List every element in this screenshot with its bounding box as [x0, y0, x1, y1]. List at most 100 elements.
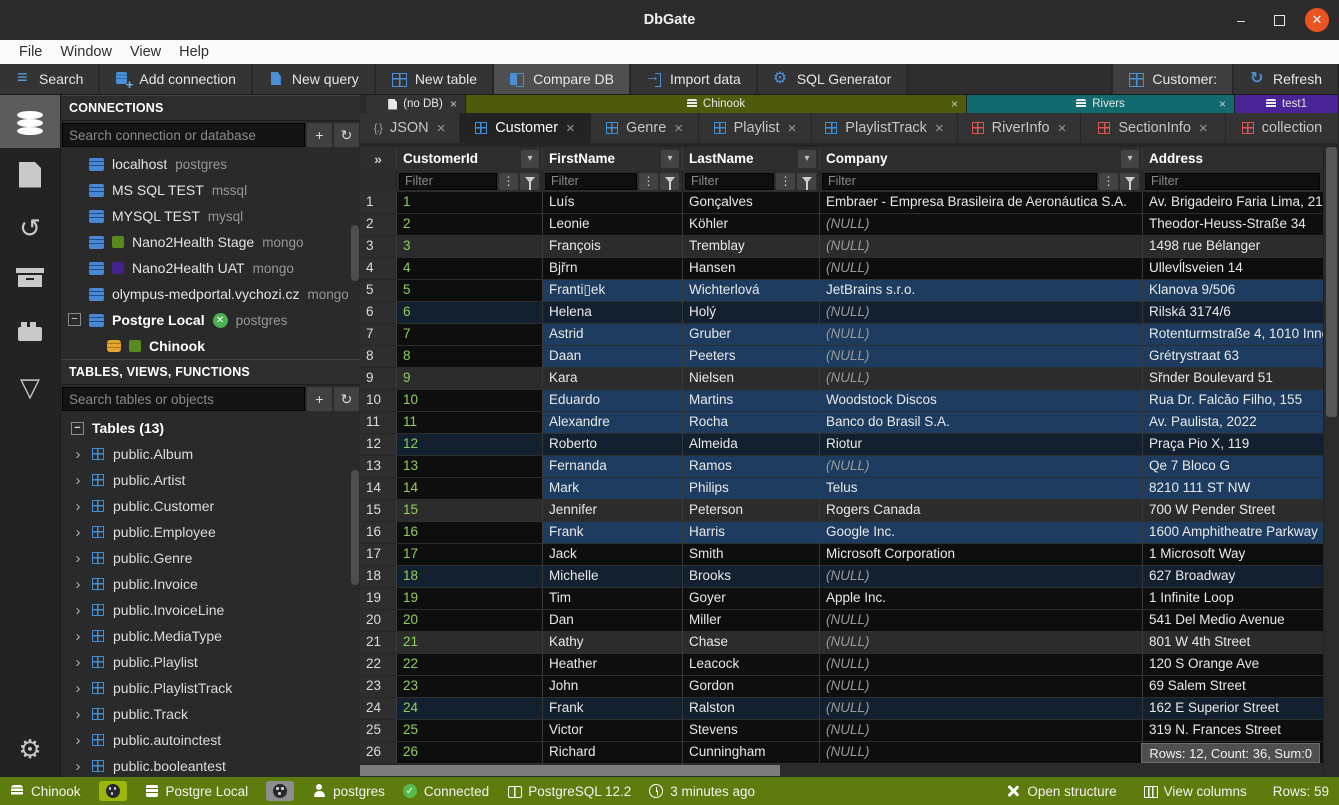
row-number[interactable]: 11	[360, 412, 397, 434]
cell-customerid[interactable]: 2	[397, 214, 543, 236]
expand-all-button[interactable]: »	[360, 147, 397, 170]
cell-lastname[interactable]: Smith	[683, 544, 820, 566]
cell-customerid[interactable]: 8	[397, 346, 543, 368]
tab-group[interactable]: test1 ×	[1235, 95, 1339, 113]
cell-company[interactable]: (NULL)	[820, 698, 1143, 720]
add-connection-button[interactable]: +	[307, 123, 332, 147]
cell-customerid[interactable]: 9	[397, 368, 543, 390]
cell-lastname[interactable]: Brooks	[683, 566, 820, 588]
column-header[interactable]: FirstName ▾	[543, 147, 683, 170]
row-number[interactable]: 5	[360, 280, 397, 302]
expand-chevron-icon[interactable]: ›	[73, 498, 83, 515]
cell-customerid[interactable]: 16	[397, 522, 543, 544]
tab-group[interactable]: (no DB) ×	[366, 95, 466, 113]
close-icon[interactable]: ×	[935, 120, 944, 137]
statusbar-item[interactable]: 3 minutes ago	[649, 784, 755, 799]
cell-address[interactable]: 1600 Amphitheatre Parkway	[1143, 522, 1323, 544]
cell-firstname[interactable]: Eduardo	[543, 390, 683, 412]
table-tree-item[interactable]: › public.Album	[61, 441, 360, 467]
row-number[interactable]: 16	[360, 522, 397, 544]
toolbar-button[interactable]: New query	[253, 64, 376, 94]
table-tree-item[interactable]: › public.Playlist	[61, 649, 360, 675]
cell-firstname[interactable]: Dan	[543, 610, 683, 632]
close-button[interactable]: ✕	[1305, 8, 1329, 32]
expand-chevron-icon[interactable]: ›	[73, 602, 83, 619]
cell-firstname[interactable]: Jack	[543, 544, 683, 566]
statusbar-item[interactable]: View columns	[1143, 784, 1247, 799]
sidepanel-scrollbar-thumb[interactable]	[351, 470, 359, 585]
row-number[interactable]: 23	[360, 676, 397, 698]
filter-input[interactable]	[685, 173, 774, 190]
database-item-chinook[interactable]: Chinook	[61, 333, 360, 359]
chevron-down-icon[interactable]: ▾	[798, 150, 816, 168]
cell-customerid[interactable]: 3	[397, 236, 543, 258]
row-number[interactable]: 1	[360, 192, 397, 214]
tab-group[interactable]: Rivers ×	[967, 95, 1235, 113]
toolbar-button[interactable]: SQL Generator	[758, 64, 908, 94]
filter-menu-button[interactable]: ⋮	[499, 173, 518, 190]
statusbar-item[interactable]: Connected	[403, 784, 489, 799]
filter-funnel-button[interactable]	[520, 173, 539, 190]
filter-menu-button[interactable]: ⋮	[776, 173, 795, 190]
cell-address[interactable]: 162 E Superior Street	[1143, 698, 1323, 720]
row-number[interactable]: 4	[360, 258, 397, 280]
menu-item[interactable]: File	[10, 44, 51, 60]
cell-lastname[interactable]: Ramos	[683, 456, 820, 478]
cell-company[interactable]: (NULL)	[820, 654, 1143, 676]
cell-lastname[interactable]: Goyer	[683, 588, 820, 610]
cell-company[interactable]: Rogers Canada	[820, 500, 1143, 522]
cell-lastname[interactable]: Nielsen	[683, 368, 820, 390]
cell-customerid[interactable]: 20	[397, 610, 543, 632]
settings-button[interactable]: ⚙	[0, 722, 60, 775]
cell-lastname[interactable]: Philips	[683, 478, 820, 500]
close-icon[interactable]: ×	[566, 120, 575, 137]
statusbar-item[interactable]: Postgre Local	[145, 784, 249, 799]
tab[interactable]: {.} PlaylistTrack ×	[812, 113, 958, 143]
cell-company[interactable]: (NULL)	[820, 302, 1143, 324]
close-icon[interactable]: ×	[450, 97, 457, 111]
cell-address[interactable]: Qe 7 Bloco G	[1143, 456, 1323, 478]
cell-customerid[interactable]: 23	[397, 676, 543, 698]
close-icon[interactable]: ×	[788, 120, 797, 137]
connection-item[interactable]: − Postgre Local ✕ postgres	[61, 307, 360, 333]
cell-firstname[interactable]: Bjřrn	[543, 258, 683, 280]
cell-customerid[interactable]: 19	[397, 588, 543, 610]
add-table-button[interactable]: +	[307, 387, 332, 411]
tab[interactable]: {.} Genre ×	[591, 113, 699, 143]
cell-address[interactable]: 1498 rue Bélanger	[1143, 236, 1323, 258]
cell-customerid[interactable]: 12	[397, 434, 543, 456]
column-header[interactable]: LastName ▾	[683, 147, 820, 170]
toolbar-button[interactable]: Search	[0, 64, 100, 94]
vertical-scrollbar-thumb[interactable]	[1326, 147, 1337, 417]
cell-lastname[interactable]: Köhler	[683, 214, 820, 236]
cell-address[interactable]: Av. Brigadeiro Faria Lima, 2170	[1143, 192, 1323, 214]
cell-company[interactable]: (NULL)	[820, 324, 1143, 346]
current-table-button[interactable]: Customer:	[1111, 64, 1234, 94]
expand-chevron-icon[interactable]: ›	[73, 706, 83, 723]
table-tree-item[interactable]: › public.Artist	[61, 467, 360, 493]
cell-lastname[interactable]: Rocha	[683, 412, 820, 434]
expand-chevron-icon[interactable]: ›	[73, 628, 83, 645]
cell-lastname[interactable]: Harris	[683, 522, 820, 544]
cell-lastname[interactable]: Wichterlová	[683, 280, 820, 302]
filter-input[interactable]	[1145, 173, 1320, 190]
tab[interactable]: {.} Customer ×	[460, 113, 591, 143]
cell-address[interactable]: Ullevĺlsveien 14	[1143, 258, 1323, 280]
cell-firstname[interactable]: Roberto	[543, 434, 683, 456]
filter-menu-button[interactable]: ⋮	[1099, 173, 1118, 190]
statusbar-item[interactable]: Chinook	[10, 784, 81, 799]
toolbar-button[interactable]: Compare DB	[494, 64, 631, 94]
refresh-button[interactable]: Refresh	[1234, 64, 1339, 94]
connection-item[interactable]: − localhost ✕ postgres	[61, 151, 360, 177]
connections-search-input[interactable]	[62, 123, 305, 147]
cell-address[interactable]: 1 Infinite Loop	[1143, 588, 1323, 610]
cell-firstname[interactable]: Richard	[543, 742, 683, 764]
table-tree-item[interactable]: › public.autoinctest	[61, 727, 360, 753]
cell-address[interactable]: 700 W Pender Street	[1143, 500, 1323, 522]
expand-chevron-icon[interactable]: ›	[73, 550, 83, 567]
toolbar-button[interactable]: Import data	[631, 64, 758, 94]
sidebar-item-connections[interactable]	[0, 95, 60, 148]
cell-lastname[interactable]: Gonçalves	[683, 192, 820, 214]
filter-funnel-button[interactable]	[1120, 173, 1139, 190]
expand-chevron-icon[interactable]: ›	[73, 732, 83, 749]
